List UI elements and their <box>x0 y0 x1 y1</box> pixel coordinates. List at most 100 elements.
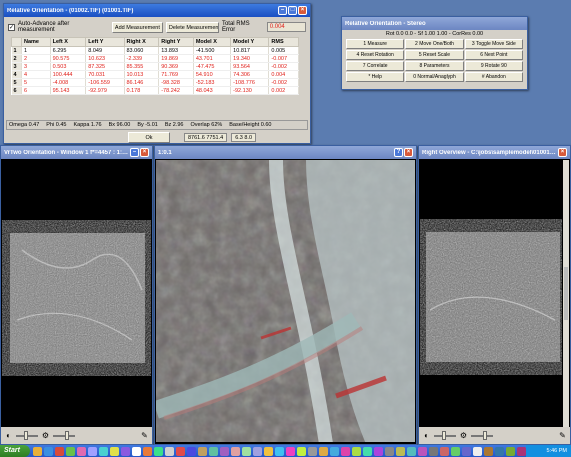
table-header[interactable]: Right Y <box>158 37 194 47</box>
taskbar-app-icon[interactable] <box>363 446 373 456</box>
brightness-slider[interactable] <box>434 430 456 440</box>
table-header[interactable]: Name <box>21 37 51 47</box>
taskbar-app-icon[interactable] <box>330 446 340 456</box>
taskbar-app-icon[interactable] <box>352 446 362 456</box>
taskbar-app-icon[interactable] <box>44 446 54 456</box>
taskbar-app-icon[interactable] <box>209 446 219 456</box>
stereo-button[interactable]: 0 Normal/Anaglyph <box>405 72 464 82</box>
taskbar-app-icon[interactable] <box>165 446 175 456</box>
taskbar-app-icon[interactable] <box>517 446 527 456</box>
add-measurement-button[interactable]: Add Measurement <box>111 21 163 33</box>
taskbar-app-icon[interactable] <box>495 446 505 456</box>
table-header[interactable]: Right X <box>123 37 160 47</box>
table-row[interactable]: 3 3 0.503 87.325 85.355 90.369 -47.475 93.564 -0… <box>11 62 299 71</box>
taskbar-app-icon[interactable] <box>264 446 274 456</box>
taskbar-app-icon[interactable] <box>242 446 252 456</box>
contrast-slider[interactable] <box>471 430 493 440</box>
brightness-slider[interactable] <box>16 430 38 440</box>
table-row[interactable]: 5 5 -4.008 -106.559 86.146 -98.328 -52.183 -108… <box>11 78 299 87</box>
taskbar-app-icon[interactable] <box>286 446 296 456</box>
taskbar-app-icon[interactable] <box>506 446 516 456</box>
row-index[interactable]: 1 <box>11 46 22 55</box>
row-index[interactable]: 4 <box>11 70 22 79</box>
center-window-titlebar[interactable]: 1:0.1 ? × <box>155 146 416 159</box>
taskbar-app-icon[interactable] <box>429 446 439 456</box>
table-header[interactable]: Left X <box>49 37 87 47</box>
row-index[interactable]: 2 <box>11 54 22 63</box>
stereo-button[interactable]: 5 Reset Scale <box>405 50 464 60</box>
taskbar-app-icon[interactable] <box>396 446 406 456</box>
taskbar-app-icon[interactable] <box>176 446 186 456</box>
table-row[interactable]: 1 1 6.295 8.049 83.060 13.893 -41.500 10.817 0.0… <box>11 46 299 55</box>
contrast-icon[interactable]: ◐ <box>4 431 13 440</box>
stereo-button[interactable]: 4 Reset Rotation <box>346 50 405 60</box>
table-header[interactable]: Model X <box>192 37 232 47</box>
taskbar-app-icon[interactable] <box>308 446 318 456</box>
table-row[interactable]: 2 2 90.575 10.623 -2.339 19.869 43.701 19.340 -0… <box>11 54 299 63</box>
taskbar-app-icon[interactable] <box>154 446 164 456</box>
close-icon[interactable]: × <box>558 148 567 157</box>
anaglyph-image[interactable] <box>156 160 415 442</box>
help-icon[interactable]: ? <box>394 148 403 157</box>
taskbar-app-icon[interactable] <box>253 446 263 456</box>
taskbar-app-icon[interactable] <box>121 446 131 456</box>
contrast-icon[interactable]: ◐ <box>422 431 431 440</box>
taskbar-app-icon[interactable] <box>231 446 241 456</box>
taskbar-app-icon[interactable] <box>374 446 384 456</box>
row-index[interactable]: 3 <box>11 62 22 71</box>
taskbar-app-icon[interactable] <box>143 446 153 456</box>
table-header[interactable]: RMS <box>268 37 299 47</box>
ro-titlebar[interactable]: Relative Orientation - (01002.TIF) (0100… <box>4 4 310 17</box>
table-row[interactable]: 4 4 100.444 70.031 10.013 71.769 54.910 74.306 0… <box>11 70 299 79</box>
stereo-button[interactable]: 3 Toggle Move Side <box>464 39 523 49</box>
taskbar-app-icon[interactable] <box>66 446 76 456</box>
settings-icon[interactable]: ⚙ <box>459 431 468 440</box>
table-row[interactable]: 6 6 95.143 -92.979 0.178 -78.242 48.043 -92.130… <box>11 86 299 95</box>
auto-advance-checkbox[interactable]: ✓ <box>8 23 15 31</box>
taskbar-app-icon[interactable] <box>385 446 395 456</box>
taskbar-app-icon[interactable] <box>198 446 208 456</box>
taskbar-app-icon[interactable] <box>88 446 98 456</box>
settings-icon[interactable]: ⚙ <box>41 431 50 440</box>
right-window-titlebar[interactable]: Right Overview - C:\jobs\samplemodel\010… <box>419 146 570 159</box>
taskbar-app-icon[interactable] <box>297 446 307 456</box>
close-icon[interactable]: × <box>298 6 307 15</box>
stereo-button[interactable]: 6 Next Point <box>464 50 523 60</box>
magic-wand-icon[interactable]: ✎ <box>558 431 567 440</box>
taskbar-app-icon[interactable] <box>484 446 494 456</box>
right-image[interactable] <box>420 160 562 427</box>
taskbar-app-icon[interactable] <box>132 446 142 456</box>
stereo-button[interactable]: * Help <box>346 72 405 82</box>
stereo-button[interactable]: 9 Rotate 90 <box>464 61 523 71</box>
row-index[interactable]: 6 <box>11 86 22 95</box>
stereo-button[interactable]: 2 Move One/Both <box>405 39 464 49</box>
taskbar-app-icon[interactable] <box>462 446 472 456</box>
taskbar-app-icon[interactable] <box>407 446 417 456</box>
row-index[interactable]: 5 <box>11 78 22 87</box>
magic-wand-icon[interactable]: ✎ <box>140 431 149 440</box>
left-window-titlebar[interactable]: VrTwo Orientation - Window 1 f*=4457 : 1… <box>1 146 152 159</box>
stereo-button[interactable]: 1 Measure <box>346 39 405 49</box>
taskbar-app-icon[interactable] <box>220 446 230 456</box>
taskbar-app-icon[interactable] <box>77 446 87 456</box>
taskbar-app-icon[interactable] <box>275 446 285 456</box>
stereo-titlebar[interactable]: Relative Orientation - Stereo <box>342 17 527 30</box>
taskbar-app-icon[interactable] <box>319 446 329 456</box>
minimize-icon[interactable]: – <box>130 148 139 157</box>
left-image[interactable] <box>2 160 151 427</box>
ok-button[interactable]: Ok <box>128 132 170 143</box>
table-header[interactable]: Model Y <box>230 37 270 47</box>
maximize-icon[interactable]: □ <box>288 6 297 15</box>
delete-measurement-button[interactable]: Delete Measurement <box>165 21 219 33</box>
stereo-button[interactable]: 8 Parameters <box>405 61 464 71</box>
taskbar-app-icon[interactable] <box>418 446 428 456</box>
stereo-button[interactable]: # Abandon <box>464 72 523 82</box>
taskbar-app-icon[interactable] <box>110 446 120 456</box>
taskbar-app-icon[interactable] <box>55 446 65 456</box>
taskbar-app-icon[interactable] <box>99 446 109 456</box>
start-button[interactable]: Start <box>0 445 31 457</box>
contrast-slider[interactable] <box>53 430 75 440</box>
taskbar-app-icon[interactable] <box>341 446 351 456</box>
stereo-button[interactable]: 7 Correlate <box>346 61 405 71</box>
minimize-icon[interactable]: – <box>278 6 287 15</box>
